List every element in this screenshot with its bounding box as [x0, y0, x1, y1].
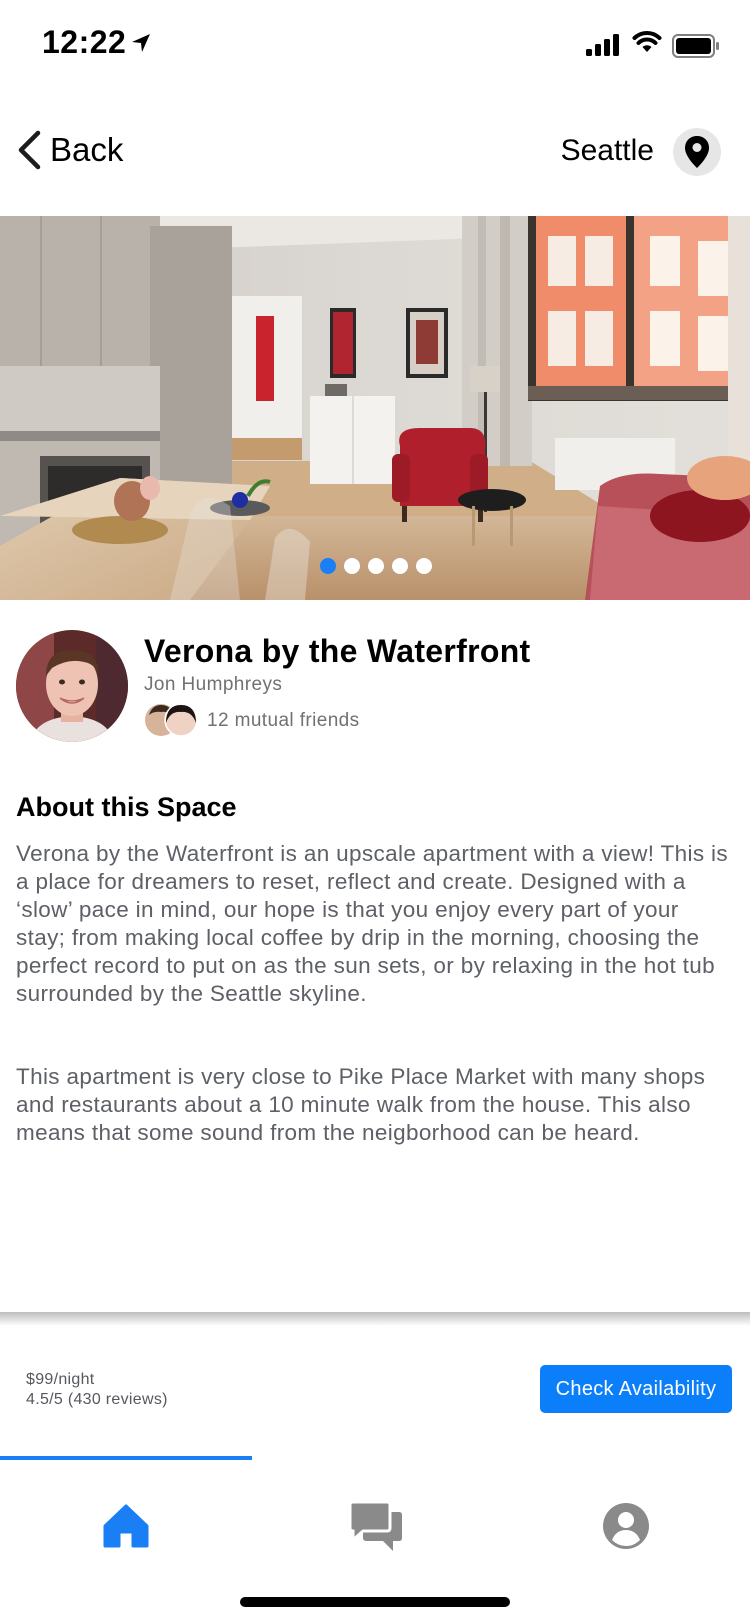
host-avatar[interactable]: [16, 630, 128, 742]
location-arrow-icon: [132, 34, 150, 52]
tab-home[interactable]: [0, 1476, 252, 1576]
active-tab-indicator: [0, 1456, 252, 1460]
gallery-dot[interactable]: [320, 558, 336, 574]
about-paragraph: Verona by the Waterfront is an upscale a…: [16, 841, 728, 1006]
listing-photo[interactable]: [0, 216, 750, 600]
apartment-photo: [0, 216, 750, 600]
host-photo: [16, 630, 128, 742]
listing-title: Verona by the Waterfront: [144, 633, 531, 669]
gallery-dot[interactable]: [344, 558, 360, 574]
gallery-dot[interactable]: [368, 558, 384, 574]
about-paragraph: This apartment is very close to Pike Pla…: [16, 1064, 706, 1145]
mutual-friends-avatars[interactable]: [144, 703, 198, 737]
back-label: Back: [50, 131, 124, 168]
gallery-dot[interactable]: [392, 558, 408, 574]
location-button[interactable]: [673, 128, 721, 176]
chevron-left-icon: [18, 130, 41, 170]
home-icon: [103, 1504, 149, 1548]
city-label[interactable]: Seattle: [561, 134, 654, 168]
home-indicator: [240, 1597, 510, 1607]
gallery-pagination[interactable]: [320, 558, 432, 574]
status-time: 12:22: [42, 24, 127, 60]
map-pin-icon: [685, 136, 709, 168]
chat-icon: [349, 1500, 402, 1551]
user-icon: [603, 1503, 649, 1549]
signal-icon: [586, 34, 619, 56]
gallery-dot[interactable]: [416, 558, 432, 574]
check-availability-button[interactable]: Check Availability: [540, 1365, 732, 1413]
host-name[interactable]: Jon Humphreys: [144, 674, 282, 696]
wifi-icon: [632, 30, 662, 52]
tab-profile[interactable]: [500, 1476, 750, 1576]
rating-summary: 4.5/5 (430 reviews): [26, 1391, 168, 1408]
booking-bar-divider: [0, 1312, 750, 1326]
price-per-night: $99/night: [26, 1371, 95, 1388]
battery-icon: [672, 34, 719, 58]
about-heading: About this Space: [16, 792, 237, 822]
back-button[interactable]: Back: [16, 126, 123, 174]
mutual-friends-count[interactable]: 12 mutual friends: [207, 710, 360, 732]
tab-messages[interactable]: [250, 1476, 502, 1576]
